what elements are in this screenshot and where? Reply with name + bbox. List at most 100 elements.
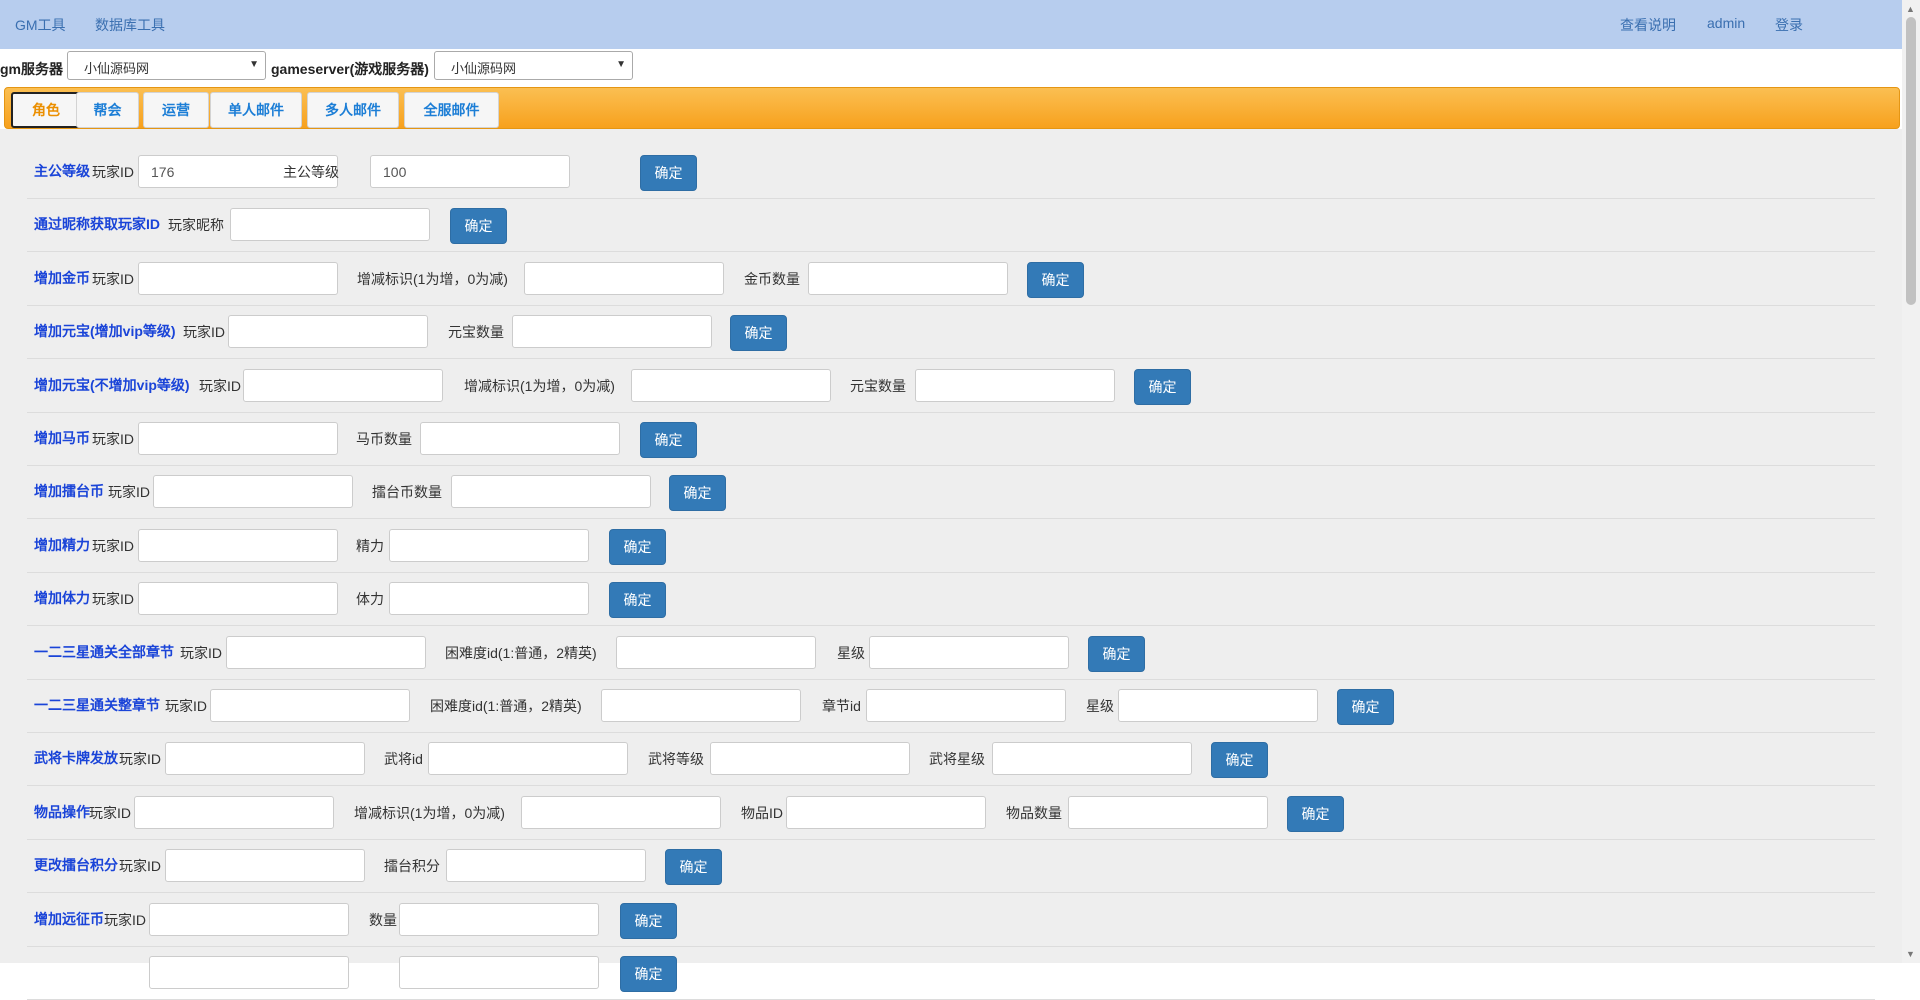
scroll-down-icon[interactable]: ▼ [1906,949,1915,959]
nav-db-tools-link[interactable]: 数据库工具 [95,15,165,35]
field-input[interactable] [138,422,338,455]
form-row: 武将卡牌发放 玩家ID 武将id 武将等级 武将星级 确定 [27,732,1875,787]
row-title: 增加体力 [34,590,90,607]
confirm-button[interactable]: 确定 [1337,689,1394,725]
nav-login-link[interactable]: 登录 [1775,15,1803,35]
confirm-button[interactable]: 确定 [620,902,677,939]
field-input[interactable] [616,635,816,669]
confirm-button[interactable]: 确定 [609,582,666,619]
field-label: 武将等级 [648,751,704,768]
field-label: 章节id [822,698,861,714]
field-input[interactable] [370,155,570,188]
field-input[interactable] [399,902,599,936]
confirm-button[interactable]: 确定 [665,849,722,886]
field-input[interactable] [786,795,986,829]
vertical-scrollbar[interactable]: ▲ ▼ [1902,0,1920,963]
nav-user-link[interactable]: admin [1707,15,1745,31]
scrollbar-thumb[interactable] [1906,17,1916,305]
field-input[interactable] [866,689,1066,722]
confirm-button[interactable]: 确定 [640,155,697,191]
field-label: 玩家昵称 [168,217,224,234]
confirm-button[interactable]: 确定 [450,208,507,245]
confirm-button[interactable]: 确定 [620,956,677,992]
field-input[interactable] [230,208,430,242]
field-input[interactable] [389,582,589,616]
field-label: 数量 [369,911,397,928]
game-server-select[interactable]: 小仙源码网 ▼ [434,51,633,80]
field-input[interactable] [399,956,599,989]
confirm-button[interactable]: 确定 [609,528,666,565]
field-input[interactable] [992,742,1192,776]
row-title: 更改擂台积分 [34,857,118,874]
field-input[interactable] [243,368,443,402]
confirm-button[interactable]: 确定 [640,422,697,458]
field-input[interactable] [710,742,910,776]
field-input[interactable] [149,956,349,989]
field-input[interactable] [428,742,628,776]
form-row: 一二三星通关整章节 玩家ID 困难度id(1:普通，2精英) 章节id 星级 确定 [27,679,1875,733]
tab-bar: 角色 帮会 运营 单人邮件 多人邮件 全服邮件 [4,87,1900,129]
field-input[interactable] [138,261,338,295]
field-input[interactable] [631,368,831,402]
field-input[interactable] [165,849,365,883]
tab-5[interactable]: 多人邮件 [307,92,399,128]
field-input[interactable] [446,849,646,883]
field-input[interactable] [869,635,1069,669]
confirm-button[interactable]: 确定 [1088,635,1145,672]
tab-1[interactable]: 角色 [11,92,81,128]
form-row: 物品操作 玩家ID 增减标识(1为增，0为减) 物品ID 物品数量 确定 [27,786,1875,840]
field-label: 困难度id(1:普通，2精英) [445,644,597,661]
field-label: 增减标识(1为增，0为减) [354,804,505,821]
field-label: 物品数量 [1006,804,1062,821]
game-server-label: gameserver(游戏服务器) [271,61,429,77]
row-title: 一二三星通关整章节 [34,697,160,713]
field-input[interactable] [1118,689,1318,722]
field-label: 玩家ID [119,858,161,875]
server-select-bar: gm服务器 小仙源码网 ▼ gameserver(游戏服务器) 小仙源码网 ▼ [0,49,1902,86]
tab-4[interactable]: 单人邮件 [210,92,302,128]
field-label: 玩家ID [199,377,241,394]
field-input[interactable] [138,528,338,562]
field-input[interactable] [389,528,589,562]
gm-server-value: 小仙源码网 [84,61,150,76]
field-input[interactable] [521,795,721,829]
field-input[interactable] [451,475,651,509]
nav-help-link[interactable]: 查看说明 [1620,15,1676,35]
field-label: 元宝数量 [850,377,906,394]
field-input[interactable] [165,742,365,776]
field-input[interactable] [524,261,724,295]
confirm-button[interactable]: 确定 [730,315,787,352]
field-input[interactable] [420,422,620,455]
scroll-up-icon[interactable]: ▲ [1906,4,1915,14]
confirm-button[interactable]: 确定 [1287,795,1344,832]
tab-6[interactable]: 全服邮件 [404,92,499,128]
field-label: 玩家ID [119,751,161,768]
field-input[interactable] [138,582,338,616]
field-input[interactable] [808,261,1008,295]
field-label: 擂台积分 [384,858,440,875]
confirm-button[interactable]: 确定 [669,475,726,512]
nav-gm-tools-link[interactable]: GM工具 [15,15,66,35]
field-input[interactable] [149,902,349,936]
field-input[interactable] [226,635,426,669]
tab-2[interactable]: 帮会 [76,92,139,128]
tab-3[interactable]: 运营 [143,92,209,128]
form-row: 增加元宝(增加vip等级) 玩家ID 元宝数量 确定 [27,305,1875,360]
confirm-button[interactable]: 确定 [1027,261,1084,298]
field-input[interactable] [134,795,334,829]
form-row: 增加马币 玩家ID 马币数量 确定 [27,412,1875,466]
field-input[interactable] [1068,795,1268,829]
gm-server-select[interactable]: 小仙源码网 ▼ [67,51,266,80]
field-input[interactable] [601,689,801,722]
form-row: 一二三星通关全部章节 玩家ID 困难度id(1:普通，2精英) 星级 确定 [27,626,1875,680]
field-input[interactable] [228,315,428,349]
confirm-button[interactable]: 确定 [1134,368,1191,405]
row-title: 通过昵称获取玩家ID [34,216,160,233]
field-input[interactable] [153,475,353,509]
field-label: 擂台币数量 [372,484,442,501]
row-title: 增加远征币 [34,910,104,927]
field-input[interactable] [915,368,1115,402]
field-input[interactable] [210,689,410,722]
confirm-button[interactable]: 确定 [1211,742,1268,779]
field-input[interactable] [512,315,712,349]
